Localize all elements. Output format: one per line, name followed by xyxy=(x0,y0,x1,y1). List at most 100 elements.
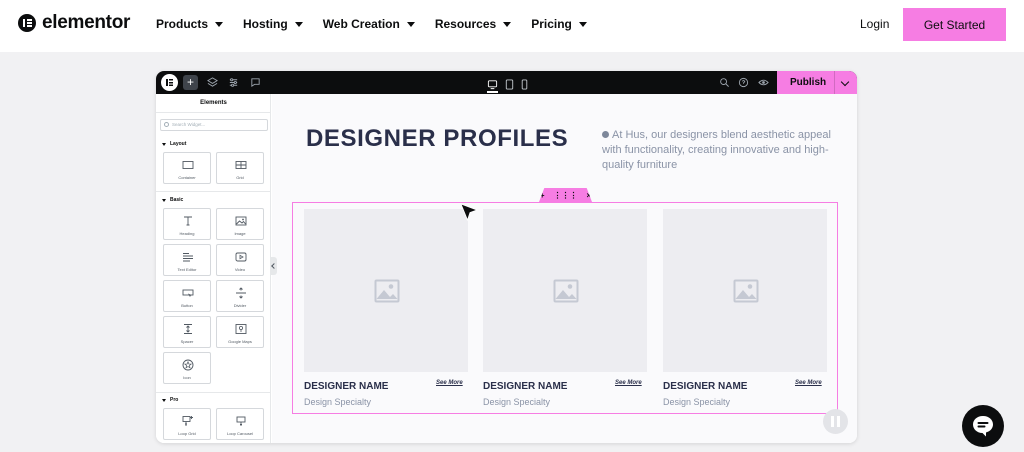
text-editor-icon xyxy=(182,251,194,263)
section-title: Pro xyxy=(170,397,179,403)
settings-sliders-icon[interactable] xyxy=(228,77,239,88)
widget-label: Loop Grid xyxy=(178,431,196,436)
widget-image[interactable]: Image xyxy=(216,208,264,240)
widget-label: Spacer xyxy=(180,339,194,344)
main-nav: Products Hosting Web Creation Resources … xyxy=(156,17,587,31)
widget-icon[interactable]: Icon xyxy=(163,352,211,384)
divider xyxy=(156,191,270,192)
preview-eye-icon[interactable] xyxy=(758,77,769,88)
intro-text[interactable]: At Hus, our designers blend aesthetic ap… xyxy=(602,128,842,173)
layers-icon[interactable] xyxy=(207,77,218,88)
nav-pricing[interactable]: Pricing xyxy=(531,17,587,31)
card-name: DESIGNER NAME xyxy=(304,381,389,392)
tablet-icon[interactable] xyxy=(504,77,515,95)
nav-label: Hosting xyxy=(243,17,288,31)
intro-text-content: At Hus, our designers blend aesthetic ap… xyxy=(602,129,831,171)
nav-label: Resources xyxy=(434,17,497,31)
elementor-logo-icon xyxy=(18,14,36,32)
widget-text-editor[interactable]: Text Editor xyxy=(163,244,211,276)
divider-icon xyxy=(235,287,247,299)
widget-loop-carousel[interactable]: Loop Carousel xyxy=(216,408,264,440)
divider xyxy=(156,392,270,393)
card-image-placeholder[interactable] xyxy=(663,209,827,372)
mouse-cursor-icon xyxy=(460,203,478,221)
drag-handle-icon[interactable]: ⋮⋮⋮ xyxy=(554,191,578,200)
chevron-down-icon xyxy=(578,21,587,27)
brand-logo[interactable]: elementor xyxy=(18,12,130,34)
star-icon xyxy=(182,359,194,371)
search-icon xyxy=(164,122,169,127)
loop-grid-icon xyxy=(182,415,194,427)
video-icon xyxy=(235,251,247,263)
card-name: DESIGNER NAME xyxy=(663,381,748,392)
chat-widget-button[interactable] xyxy=(962,405,1004,447)
nav-resources[interactable]: Resources xyxy=(434,17,512,31)
card-specialty: Design Specialty xyxy=(663,397,731,407)
widget-spacer[interactable]: Spacer xyxy=(163,316,211,348)
publish-divider xyxy=(834,71,835,94)
get-started-button[interactable]: Get Started xyxy=(903,8,1006,41)
mobile-icon[interactable] xyxy=(519,77,530,95)
help-icon[interactable] xyxy=(738,77,749,88)
nav-label: Products xyxy=(156,17,209,31)
nav-products[interactable]: Products xyxy=(156,17,224,31)
card-specialty: Design Specialty xyxy=(483,397,551,407)
card-specialty: Design Specialty xyxy=(304,397,372,407)
nav-label: Web Creation xyxy=(322,17,400,31)
widget-label: Divider xyxy=(233,303,247,308)
image-icon xyxy=(235,215,247,227)
button-icon xyxy=(182,287,194,299)
add-element-button[interactable]: + xyxy=(183,75,198,90)
nav-hosting[interactable]: Hosting xyxy=(243,17,303,31)
caret-down-icon xyxy=(162,142,166,146)
divider xyxy=(156,112,270,113)
nav-web-creation[interactable]: Web Creation xyxy=(323,17,415,31)
see-more-link[interactable]: See More xyxy=(615,380,642,386)
caret-down-icon xyxy=(162,198,166,202)
comments-icon[interactable] xyxy=(250,77,261,88)
search-icon[interactable] xyxy=(719,77,730,88)
widget-grid[interactable]: Grid xyxy=(216,152,264,184)
widget-label: Text Editor xyxy=(177,267,197,272)
map-icon xyxy=(235,323,247,335)
nav-label: Pricing xyxy=(531,17,572,31)
chevron-down-icon xyxy=(406,21,415,27)
chevron-down-icon xyxy=(503,21,512,27)
loop-carousel-icon xyxy=(235,415,247,427)
widget-label: Icon xyxy=(183,375,191,380)
active-device-indicator xyxy=(487,91,498,93)
widget-label: Grid xyxy=(236,175,244,180)
card-image-placeholder[interactable] xyxy=(483,209,647,372)
widget-heading[interactable]: Heading xyxy=(163,208,211,240)
section-pro[interactable]: Pro xyxy=(162,397,178,403)
elements-panel: Elements Search Widget... Layout Contain… xyxy=(156,94,271,443)
search-widget-input[interactable]: Search Widget... xyxy=(160,119,268,131)
widget-button[interactable]: Button xyxy=(163,280,211,312)
container-handle[interactable]: + ⋮⋮⋮ × xyxy=(539,188,592,202)
widget-loop-grid[interactable]: Loop Grid xyxy=(163,408,211,440)
login-link[interactable]: Login xyxy=(860,17,889,31)
widget-container[interactable]: Container xyxy=(163,152,211,184)
panel-title: Elements xyxy=(200,100,227,106)
page-heading[interactable]: DESIGNER PROFILES xyxy=(306,125,568,153)
chevron-down-icon xyxy=(215,21,224,27)
card-image-placeholder[interactable] xyxy=(304,209,468,372)
bullet-dot-icon xyxy=(602,131,609,138)
elementor-menu-icon[interactable] xyxy=(161,74,178,91)
pause-animation-button[interactable] xyxy=(823,409,848,434)
section-layout[interactable]: Layout xyxy=(162,141,186,147)
widget-google-maps[interactable]: Google Maps xyxy=(216,316,264,348)
widget-video[interactable]: Video xyxy=(216,244,264,276)
widget-label: Google Maps xyxy=(228,339,252,344)
caret-down-icon xyxy=(162,398,166,402)
see-more-link[interactable]: See More xyxy=(795,380,822,386)
card-name: DESIGNER NAME xyxy=(483,381,568,392)
heading-icon xyxy=(182,215,194,227)
chevron-down-icon xyxy=(294,21,303,27)
image-placeholder-icon xyxy=(374,279,400,303)
widget-divider[interactable]: Divider xyxy=(216,280,264,312)
section-basic[interactable]: Basic xyxy=(162,197,183,203)
image-placeholder-icon xyxy=(553,279,579,303)
collapse-panel-toggle[interactable] xyxy=(271,257,277,275)
see-more-link[interactable]: See More xyxy=(436,380,463,386)
